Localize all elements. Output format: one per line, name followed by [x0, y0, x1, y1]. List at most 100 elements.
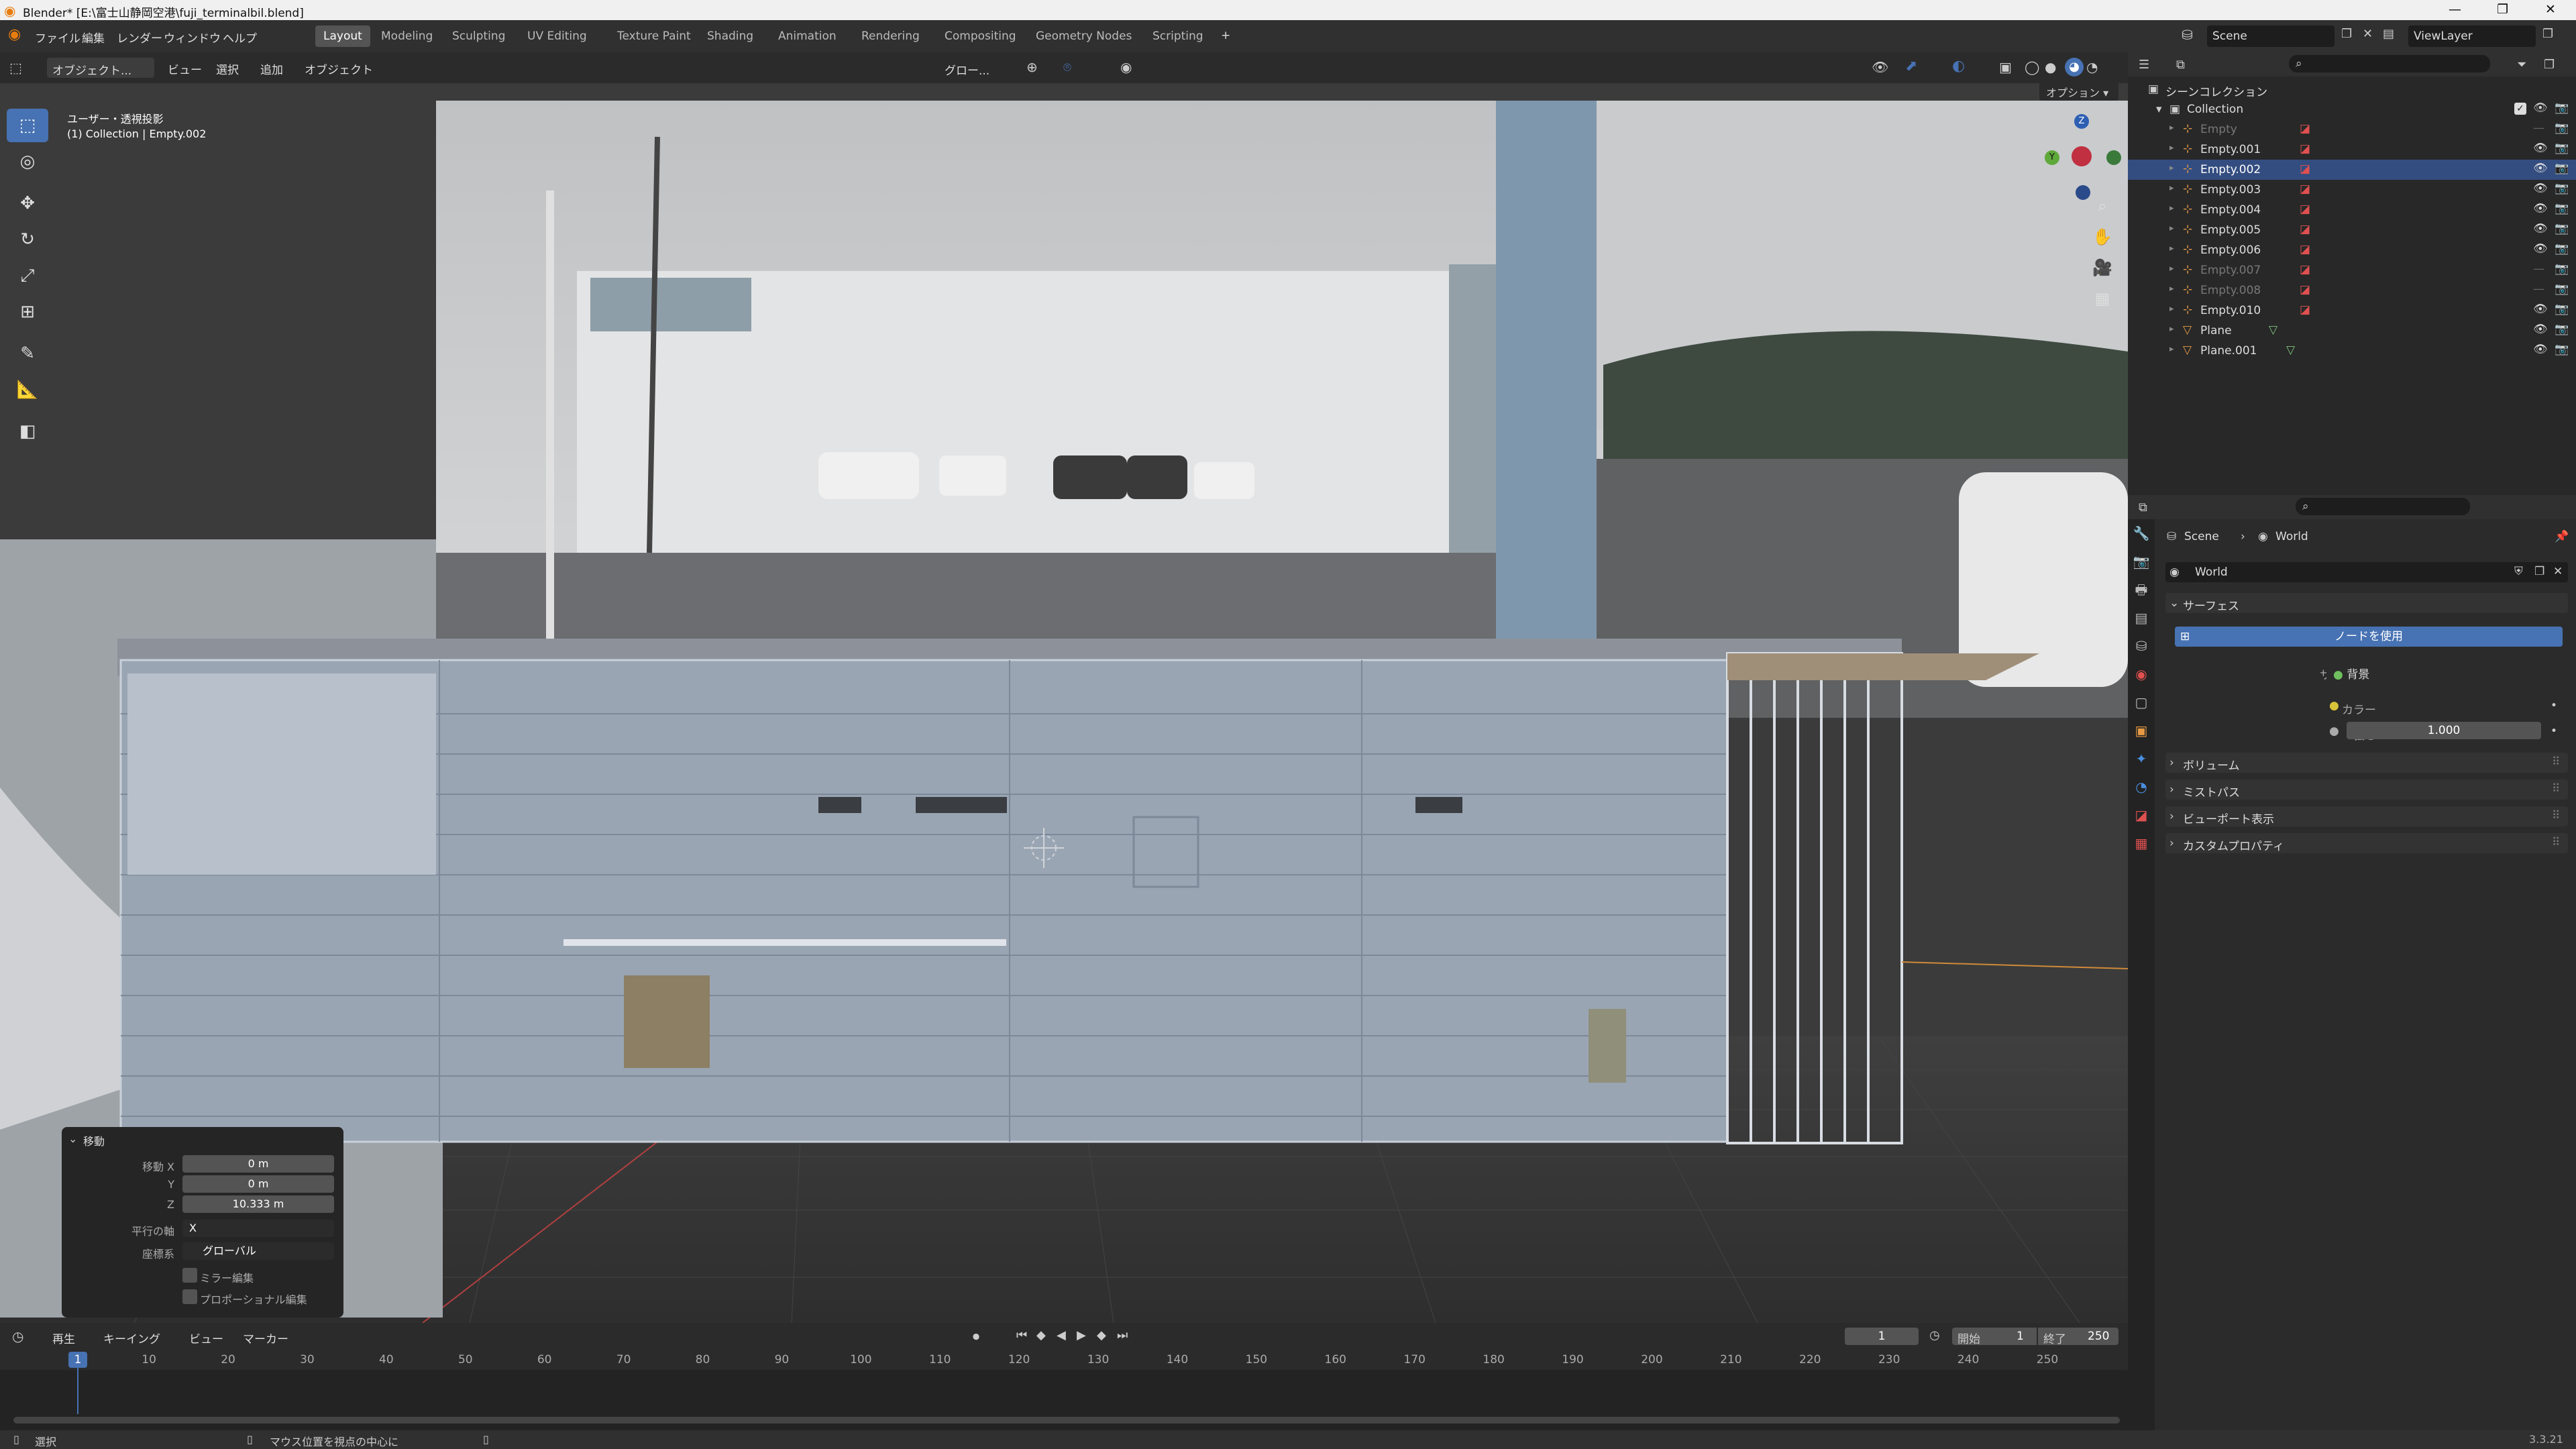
expand-arrow-icon[interactable]: ▸: [2169, 203, 2174, 213]
visibility-eye-icon[interactable]: 👁: [2533, 242, 2548, 256]
preview-range-icon[interactable]: ◷: [1929, 1328, 1940, 1342]
output-tab-icon[interactable]: 🖶: [2128, 576, 2155, 604]
cursor-tool[interactable]: ◎: [7, 145, 48, 178]
expand-arrow-icon[interactable]: ▸: [2169, 284, 2174, 294]
color-keyframe-icon[interactable]: •: [2551, 699, 2557, 712]
transform-tool[interactable]: ⊞: [7, 295, 48, 329]
move-tool[interactable]: ✥: [7, 186, 48, 220]
workspace-tab-texture-paint[interactable]: Texture Paint: [609, 25, 699, 47]
outliner-item[interactable]: ▸ ⊹ Empty.003 ◪ 👁 📷: [2128, 180, 2576, 200]
collection-row[interactable]: ▾ ▣ Collection ✓ 👁 📷: [2128, 99, 2576, 119]
new-scene-icon[interactable]: ❐: [2341, 27, 2352, 41]
rendered-shading-icon[interactable]: ◔: [2086, 59, 2098, 75]
scene-selector[interactable]: Scene: [2207, 25, 2334, 47]
outliner-item[interactable]: ▸ ⊹ Empty ◪ — 📷: [2128, 119, 2576, 140]
jump-keyframe-forward-icon[interactable]: ◆: [1097, 1328, 1106, 1342]
render-camera-icon[interactable]: 📷: [2555, 162, 2569, 175]
delete-scene-icon[interactable]: ✕: [2363, 27, 2373, 41]
expand-arrow-icon[interactable]: ▸: [2169, 143, 2174, 153]
surface-shader-field[interactable]: ● 背景: [2326, 661, 2534, 682]
render-camera-icon[interactable]: 📷: [2555, 242, 2569, 256]
jump-keyframe-back-icon[interactable]: ◆: [1036, 1328, 1046, 1342]
add-cube-tool[interactable]: ◧: [7, 415, 48, 448]
new-view-layer-icon[interactable]: ❐: [2542, 27, 2553, 41]
timeline-scrollbar[interactable]: [13, 1417, 2120, 1424]
mode-selector[interactable]: オブジェクト...: [47, 58, 154, 78]
workspace-tab-sculpting[interactable]: Sculpting: [444, 25, 513, 47]
jump-start-icon[interactable]: ⏮: [1016, 1328, 1027, 1342]
expand-arrow-icon[interactable]: ▸: [2169, 223, 2174, 233]
menu-2[interactable]: レンダー: [117, 29, 162, 46]
timeline-ruler[interactable]: 1 10 20 30 40 50 60 70 80 90 100 110 120 130 140 150 160…: [0, 1350, 2128, 1414]
move-z-field[interactable]: 10.333 m: [182, 1195, 334, 1213]
strength-keyframe-icon[interactable]: •: [2551, 724, 2557, 738]
fake-user-icon[interactable]: ⛨: [2514, 565, 2523, 578]
render-camera-icon[interactable]: 📷: [2555, 142, 2569, 155]
redo-panel-chevron-icon[interactable]: ⌄: [68, 1132, 77, 1145]
wireframe-shading-icon[interactable]: ◯: [2025, 59, 2039, 75]
overlay-toggle-icon[interactable]: ◐: [1952, 58, 1965, 74]
expand-arrow-icon[interactable]: ▸: [2169, 123, 2174, 133]
minimize-button[interactable]: —: [2449, 2, 2461, 17]
visibility-eye-icon[interactable]: —: [2533, 121, 2544, 135]
annotate-tool[interactable]: ✎: [7, 337, 48, 370]
proportional-icon[interactable]: ◉: [1120, 59, 1132, 75]
jump-end-icon[interactable]: ⏭: [1117, 1328, 1128, 1342]
outliner-item[interactable]: ▸ ⊹ Empty.007 ◪ — 📷: [2128, 260, 2576, 280]
pan-hand-icon[interactable]: ✋: [2089, 221, 2116, 252]
material-shading-icon[interactable]: ◕: [2065, 58, 2084, 76]
render-camera-icon[interactable]: 📷: [2555, 282, 2569, 296]
viewport-menu-0[interactable]: ビュー: [168, 60, 202, 77]
outliner-item[interactable]: ▸ ⊹ Empty.010 ◪ 👁 📷: [2128, 301, 2576, 321]
move-y-field[interactable]: 0 m: [182, 1175, 334, 1193]
viewport-menu-1[interactable]: 選択: [216, 60, 239, 77]
expand-arrow-icon[interactable]: ▸: [2169, 304, 2174, 314]
filter-funnel-icon[interactable]: ⏷: [2517, 58, 2526, 72]
blender-menu-icon[interactable]: ◉: [8, 26, 21, 43]
render-camera-icon[interactable]: 📷: [2555, 323, 2569, 336]
workspace-tab-scripting[interactable]: Scripting: [1144, 25, 1212, 47]
drag-handle-icon[interactable]: ⠿: [2552, 755, 2560, 769]
grid-icon[interactable]: ▦: [2089, 283, 2116, 314]
outliner-item[interactable]: ▸ ⊹ Empty.005 ◪ 👁 📷: [2128, 220, 2576, 240]
collection-checkbox[interactable]: ✓: [2514, 103, 2526, 115]
collection-render-icon[interactable]: 📷: [2555, 101, 2569, 115]
expand-arrow-icon[interactable]: ▸: [2169, 244, 2174, 254]
workspace-tab-compositing[interactable]: Compositing: [936, 25, 1024, 47]
gizmo-neg-y-axis[interactable]: [2106, 150, 2121, 165]
scene-collection-row[interactable]: ▣ シーンコレクション: [2128, 79, 2576, 99]
end-frame-field[interactable]: 終了 250: [2038, 1328, 2118, 1346]
visibility-eye-icon[interactable]: 👁: [2533, 343, 2548, 356]
current-frame-field[interactable]: 1: [1845, 1328, 1919, 1345]
modifier-tab-icon[interactable]: ✦: [2128, 745, 2155, 773]
panel-header[interactable]: › カスタムプロパティ ⠿: [2165, 833, 2568, 853]
zoom-icon[interactable]: ⌕: [2089, 191, 2116, 221]
maximize-button[interactable]: ❐: [2497, 2, 2508, 17]
view-layer-tab-icon[interactable]: ▤: [2128, 604, 2155, 632]
menu-3[interactable]: ウィンドウ: [164, 29, 221, 46]
add-workspace-button[interactable]: +: [1221, 29, 1230, 42]
collection-visibility-icon[interactable]: 👁: [2533, 101, 2548, 115]
viewport-menu-2[interactable]: 追加: [260, 60, 283, 77]
visibility-eye-icon[interactable]: 👁: [2533, 222, 2548, 235]
menu-1[interactable]: 編集: [82, 29, 105, 46]
outliner-item[interactable]: ▸ ⊹ Empty.008 ◪ — 📷: [2128, 280, 2576, 301]
workspace-tab-geometry-nodes[interactable]: Geometry Nodes: [1028, 25, 1140, 47]
expand-arrow-icon[interactable]: ▸: [2169, 163, 2174, 173]
workspace-tab-animation[interactable]: Animation: [770, 25, 845, 47]
move-x-field[interactable]: 0 m: [182, 1155, 334, 1173]
strength-field[interactable]: 1.000: [2347, 722, 2541, 739]
visibility-eye-icon[interactable]: —: [2533, 262, 2544, 276]
menu-4[interactable]: ヘルプ: [223, 29, 257, 46]
visibility-eye-icon[interactable]: 👁: [2533, 202, 2548, 215]
workspace-tab-rendering[interactable]: Rendering: [853, 25, 928, 47]
gizmo-z-axis[interactable]: Z: [2074, 114, 2089, 129]
data-tab-icon[interactable]: ◪: [2128, 801, 2155, 829]
render-camera-icon[interactable]: 📷: [2555, 202, 2569, 215]
render-camera-icon[interactable]: 📷: [2555, 222, 2569, 235]
editor-type-icon[interactable]: ⬚: [9, 60, 22, 76]
new-world-icon[interactable]: ❐: [2534, 565, 2544, 578]
rotate-tool[interactable]: ↻: [7, 223, 48, 256]
menu-0[interactable]: ファイル: [35, 29, 80, 46]
expand-arrow-icon[interactable]: ▸: [2169, 344, 2174, 354]
